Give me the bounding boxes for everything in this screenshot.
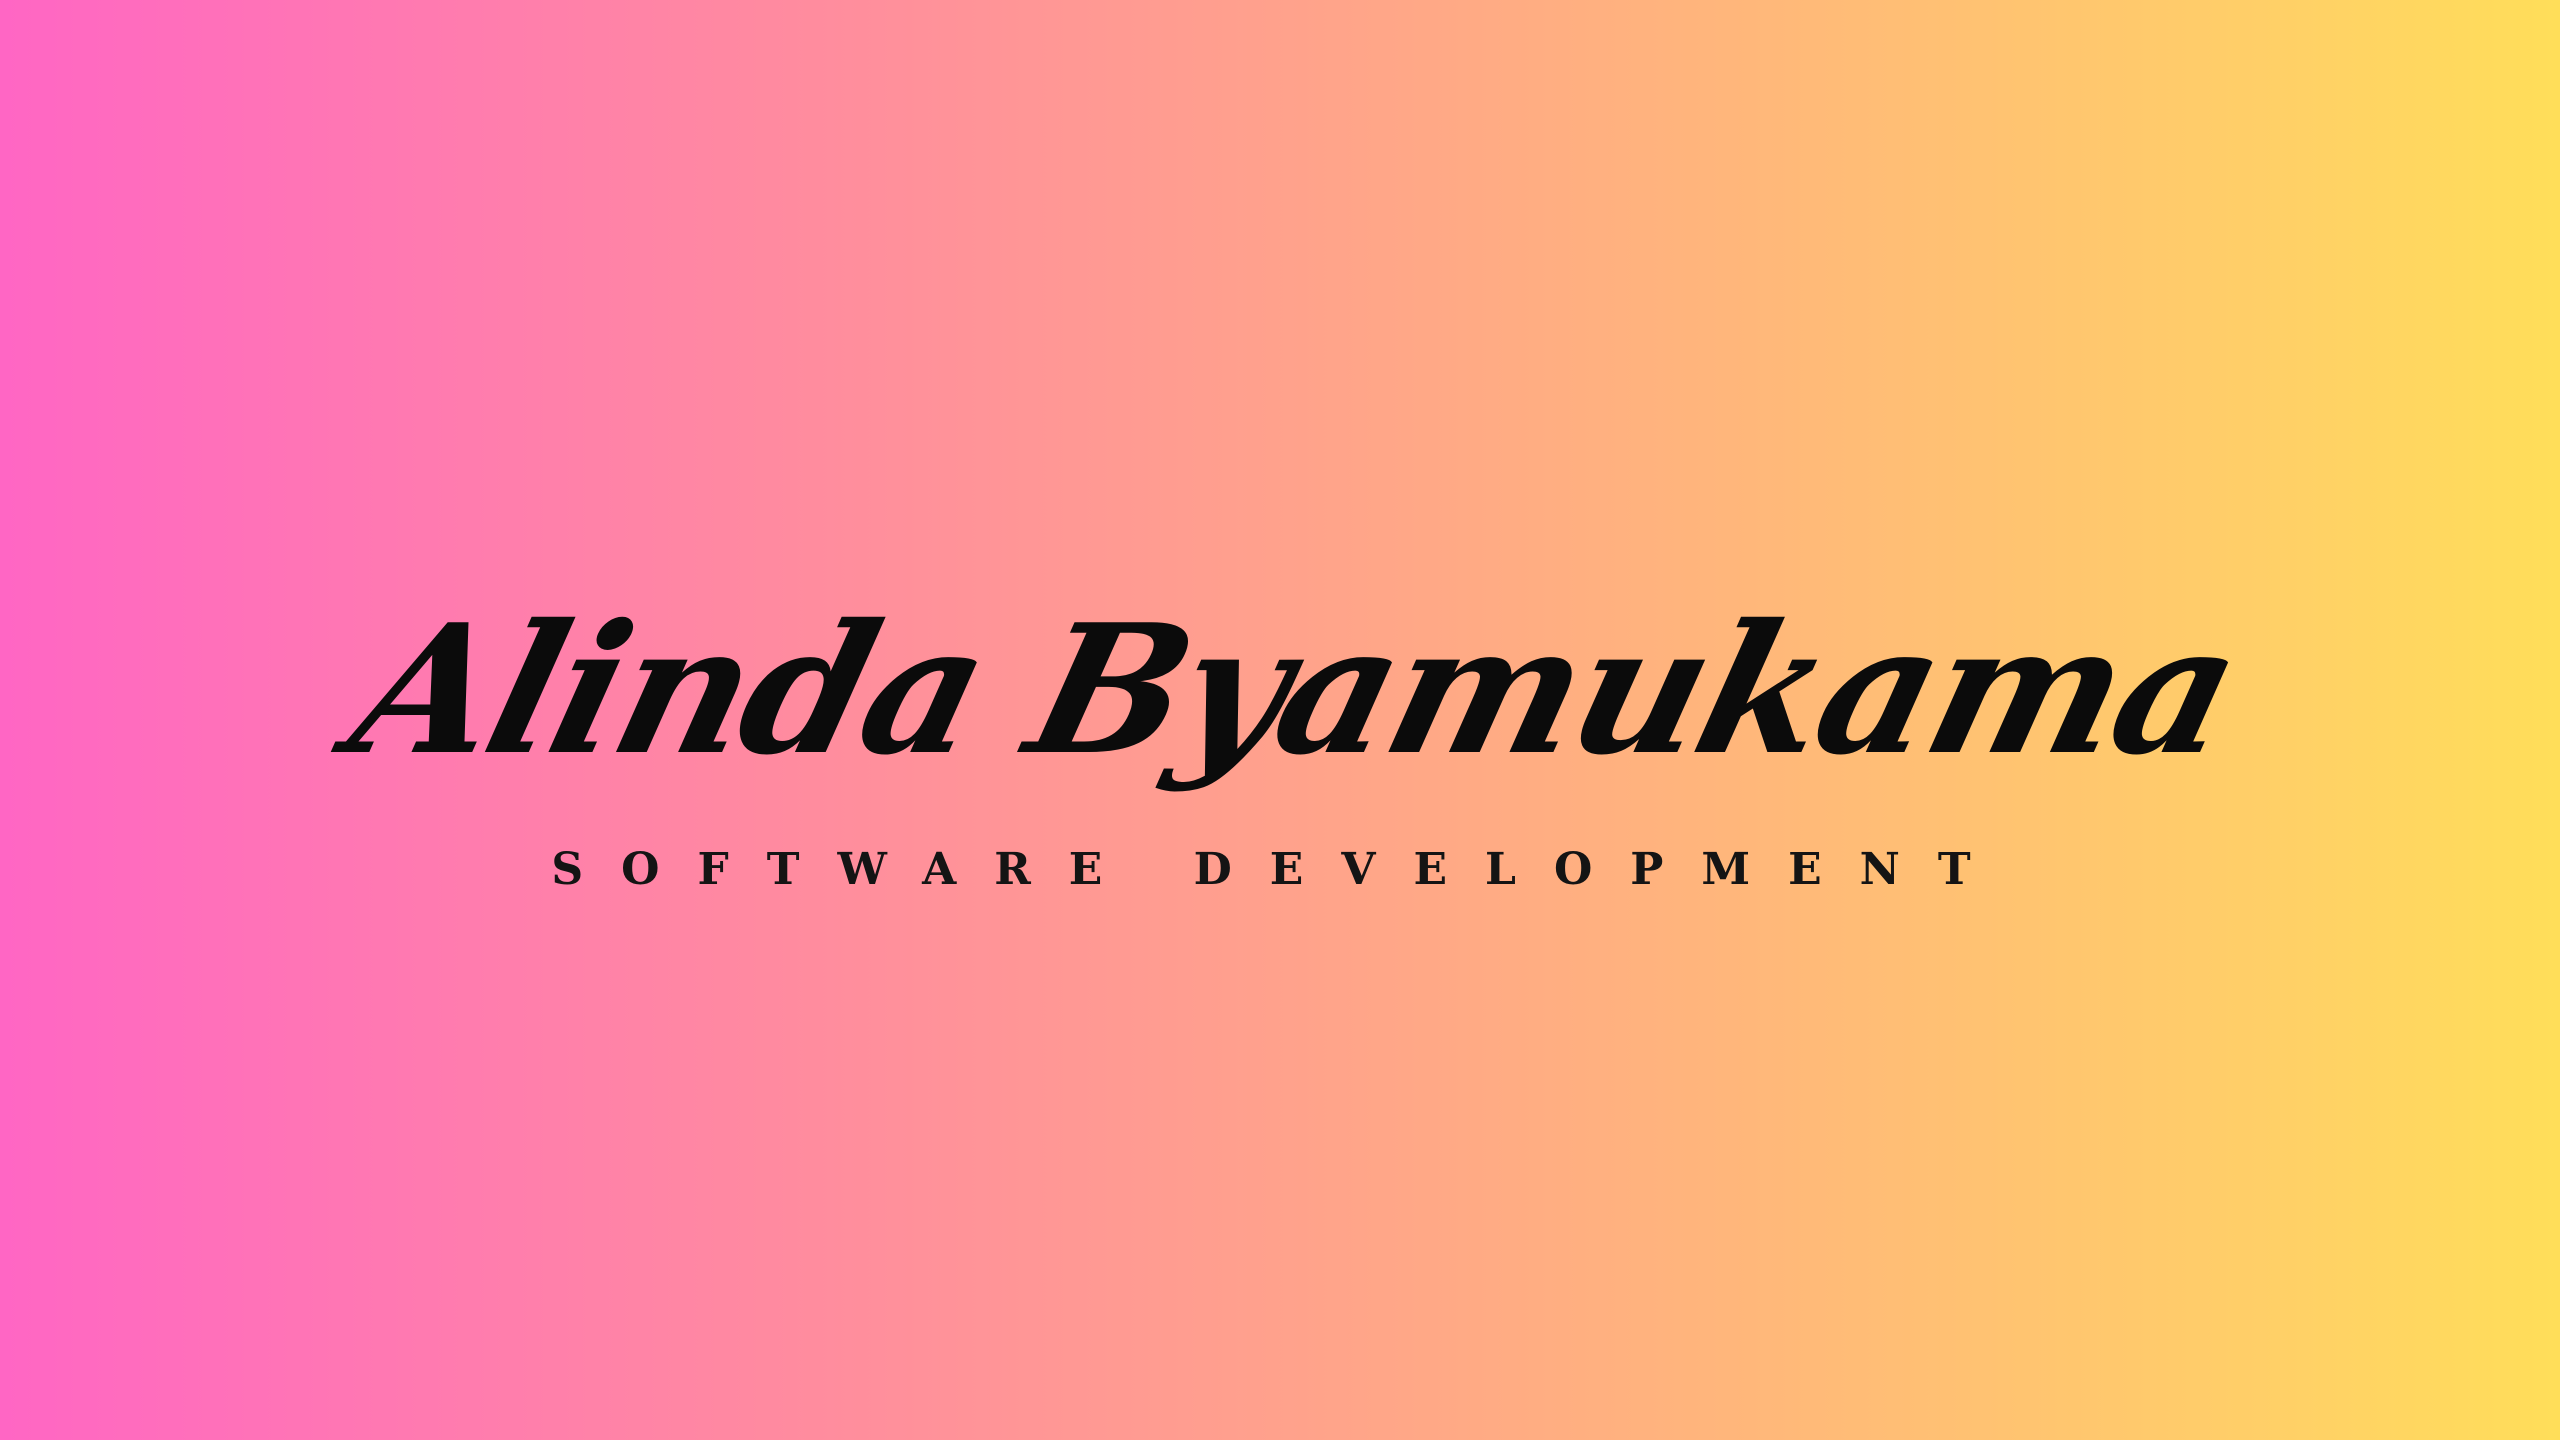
logo: Alinda Byamukama SOFTWARE DEVELOPMENT: [0, 0, 2560, 1440]
brand-name: Alinda Byamukama: [334, 585, 2257, 794]
background-gradient: Alinda Byamukama SOFTWARE DEVELOPMENT: [0, 0, 2560, 1440]
brand-tagline: SOFTWARE DEVELOPMENT: [551, 844, 2009, 895]
